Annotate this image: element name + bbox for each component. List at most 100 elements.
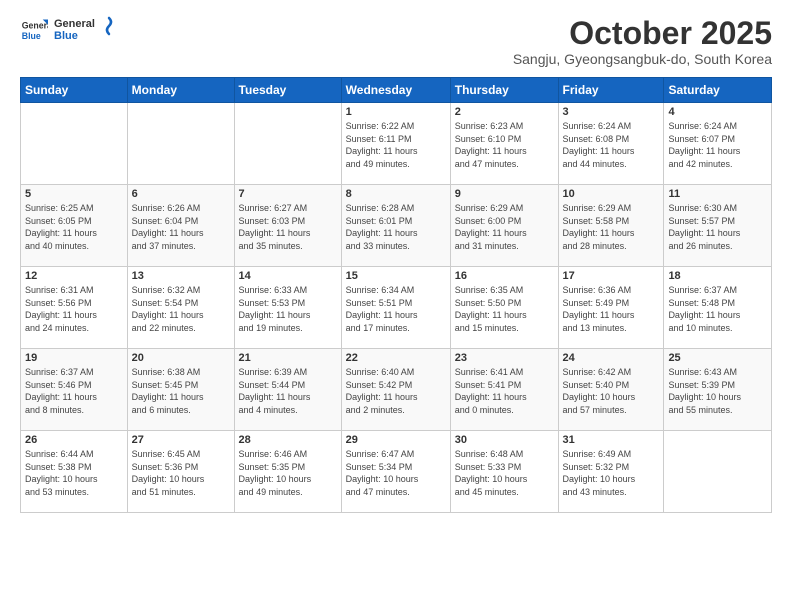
calendar-cell: 24 Sunrise: 6:42 AM Sunset: 5:40 PM Dayli… bbox=[558, 349, 664, 431]
day-number: 22 bbox=[346, 352, 446, 364]
calendar-cell: 31Sunrise: 6:49 AM Sunset: 5:32 PM Dayli… bbox=[558, 431, 664, 513]
calendar-cell bbox=[127, 103, 234, 185]
day-number: 28 bbox=[239, 434, 337, 446]
calendar-cell: 7 Sunrise: 6:27 AM Sunset: 6:03 PM Daylig… bbox=[234, 185, 341, 267]
calendar-cell: 16 Sunrise: 6:35 AM Sunset: 5:50 PM Dayli… bbox=[450, 267, 558, 349]
day-number: 7 bbox=[239, 188, 337, 200]
day-number: 25 bbox=[668, 352, 767, 364]
calendar-week-3: 12 Sunrise: 6:31 AM Sunset: 5:56 PM Dayli… bbox=[21, 267, 772, 349]
day-info: Sunrise: 6:44 AM Sunset: 5:38 PM Dayligh… bbox=[25, 448, 123, 498]
weekday-header-sunday: Sunday bbox=[21, 78, 128, 103]
day-number: 30 bbox=[455, 434, 554, 446]
day-number: 24 bbox=[563, 352, 660, 364]
calendar-cell: 13 Sunrise: 6:32 AM Sunset: 5:54 PM Dayli… bbox=[127, 267, 234, 349]
day-info: Sunrise: 6:23 AM Sunset: 6:10 PM Dayligh… bbox=[455, 120, 554, 170]
calendar-cell: 21 Sunrise: 6:39 AM Sunset: 5:44 PM Dayli… bbox=[234, 349, 341, 431]
calendar-cell: 4 Sunrise: 6:24 AM Sunset: 6:07 PM Daylig… bbox=[664, 103, 772, 185]
calendar-cell: 12 Sunrise: 6:31 AM Sunset: 5:56 PM Dayli… bbox=[21, 267, 128, 349]
day-number: 21 bbox=[239, 352, 337, 364]
day-info: Sunrise: 6:24 AM Sunset: 6:07 PM Dayligh… bbox=[668, 120, 767, 170]
calendar-cell: 23 Sunrise: 6:41 AM Sunset: 5:41 PM Dayli… bbox=[450, 349, 558, 431]
day-info: Sunrise: 6:24 AM Sunset: 6:08 PM Dayligh… bbox=[563, 120, 660, 170]
calendar-cell: 3 Sunrise: 6:24 AM Sunset: 6:08 PM Daylig… bbox=[558, 103, 664, 185]
day-info: Sunrise: 6:33 AM Sunset: 5:53 PM Dayligh… bbox=[239, 284, 337, 334]
calendar-cell: 14 Sunrise: 6:33 AM Sunset: 5:53 PM Dayli… bbox=[234, 267, 341, 349]
day-number: 27 bbox=[132, 434, 230, 446]
day-number: 12 bbox=[25, 270, 123, 282]
day-info: Sunrise: 6:27 AM Sunset: 6:03 PM Dayligh… bbox=[239, 202, 337, 252]
day-number: 18 bbox=[668, 270, 767, 282]
day-info: Sunrise: 6:39 AM Sunset: 5:44 PM Dayligh… bbox=[239, 366, 337, 416]
day-number: 23 bbox=[455, 352, 554, 364]
logo-general-text: General bbox=[54, 18, 95, 30]
calendar-cell: 29 Sunrise: 6:47 AM Sunset: 5:34 PM Dayli… bbox=[341, 431, 450, 513]
calendar-cell: 8Sunrise: 6:28 AM Sunset: 6:01 PM Daylig… bbox=[341, 185, 450, 267]
location-subtitle: Sangju, Gyeongsangbuk-do, South Korea bbox=[513, 51, 772, 67]
day-number: 10 bbox=[563, 188, 660, 200]
day-number: 29 bbox=[346, 434, 446, 446]
day-number: 19 bbox=[25, 352, 123, 364]
day-info: Sunrise: 6:36 AM Sunset: 5:49 PM Dayligh… bbox=[563, 284, 660, 334]
day-info: Sunrise: 6:42 AM Sunset: 5:40 PM Dayligh… bbox=[563, 366, 660, 416]
day-info: Sunrise: 6:37 AM Sunset: 5:48 PM Dayligh… bbox=[668, 284, 767, 334]
weekday-header-row: SundayMondayTuesdayWednesdayThursdayFrid… bbox=[21, 78, 772, 103]
calendar-cell: 30 Sunrise: 6:48 AM Sunset: 5:33 PM Dayli… bbox=[450, 431, 558, 513]
month-title: October 2025 bbox=[513, 16, 772, 51]
calendar-cell: 18 Sunrise: 6:37 AM Sunset: 5:48 PM Dayli… bbox=[664, 267, 772, 349]
svg-text:Blue: Blue bbox=[22, 31, 41, 41]
day-number: 17 bbox=[563, 270, 660, 282]
calendar-week-1: 1Sunrise: 6:22 AM Sunset: 6:11 PM Daylig… bbox=[21, 103, 772, 185]
day-info: Sunrise: 6:49 AM Sunset: 5:32 PM Dayligh… bbox=[563, 448, 660, 498]
calendar-cell: 27 Sunrise: 6:45 AM Sunset: 5:36 PM Dayli… bbox=[127, 431, 234, 513]
calendar-cell: 1Sunrise: 6:22 AM Sunset: 6:11 PM Daylig… bbox=[341, 103, 450, 185]
calendar-cell: 19 Sunrise: 6:37 AM Sunset: 5:46 PM Dayli… bbox=[21, 349, 128, 431]
day-info: Sunrise: 6:31 AM Sunset: 5:56 PM Dayligh… bbox=[25, 284, 123, 334]
day-info: Sunrise: 6:45 AM Sunset: 5:36 PM Dayligh… bbox=[132, 448, 230, 498]
calendar-cell: 17 Sunrise: 6:36 AM Sunset: 5:49 PM Dayli… bbox=[558, 267, 664, 349]
calendar-cell: 15 Sunrise: 6:34 AM Sunset: 5:51 PM Dayli… bbox=[341, 267, 450, 349]
title-block: October 2025 Sangju, Gyeongsangbuk-do, S… bbox=[513, 16, 772, 67]
calendar-cell: 5Sunrise: 6:25 AM Sunset: 6:05 PM Daylig… bbox=[21, 185, 128, 267]
calendar-cell: 26Sunrise: 6:44 AM Sunset: 5:38 PM Dayli… bbox=[21, 431, 128, 513]
calendar-cell: 28 Sunrise: 6:46 AM Sunset: 5:35 PM Dayli… bbox=[234, 431, 341, 513]
calendar-cell: 10 Sunrise: 6:29 AM Sunset: 5:58 PM Dayli… bbox=[558, 185, 664, 267]
day-info: Sunrise: 6:47 AM Sunset: 5:34 PM Dayligh… bbox=[346, 448, 446, 498]
day-info: Sunrise: 6:35 AM Sunset: 5:50 PM Dayligh… bbox=[455, 284, 554, 334]
day-info: Sunrise: 6:29 AM Sunset: 5:58 PM Dayligh… bbox=[563, 202, 660, 252]
day-info: Sunrise: 6:32 AM Sunset: 5:54 PM Dayligh… bbox=[132, 284, 230, 334]
day-number: 16 bbox=[455, 270, 554, 282]
logo-blue-text: Blue bbox=[54, 30, 95, 42]
calendar-cell bbox=[664, 431, 772, 513]
day-info: Sunrise: 6:46 AM Sunset: 5:35 PM Dayligh… bbox=[239, 448, 337, 498]
day-number: 13 bbox=[132, 270, 230, 282]
header: General Blue General Blue October 2025 S… bbox=[20, 16, 772, 67]
day-info: Sunrise: 6:37 AM Sunset: 5:46 PM Dayligh… bbox=[25, 366, 123, 416]
day-info: Sunrise: 6:34 AM Sunset: 5:51 PM Dayligh… bbox=[346, 284, 446, 334]
day-info: Sunrise: 6:48 AM Sunset: 5:33 PM Dayligh… bbox=[455, 448, 554, 498]
calendar-cell: 6Sunrise: 6:26 AM Sunset: 6:04 PM Daylig… bbox=[127, 185, 234, 267]
day-info: Sunrise: 6:29 AM Sunset: 6:00 PM Dayligh… bbox=[455, 202, 554, 252]
day-info: Sunrise: 6:30 AM Sunset: 5:57 PM Dayligh… bbox=[668, 202, 767, 252]
weekday-header-tuesday: Tuesday bbox=[234, 78, 341, 103]
calendar-cell bbox=[234, 103, 341, 185]
day-number: 14 bbox=[239, 270, 337, 282]
weekday-header-friday: Friday bbox=[558, 78, 664, 103]
logo: General Blue General Blue bbox=[20, 16, 117, 44]
calendar-cell bbox=[21, 103, 128, 185]
weekday-header-saturday: Saturday bbox=[664, 78, 772, 103]
logo-wave-icon bbox=[101, 16, 117, 36]
day-number: 8 bbox=[346, 188, 446, 200]
calendar-cell: 20Sunrise: 6:38 AM Sunset: 5:45 PM Dayli… bbox=[127, 349, 234, 431]
day-number: 4 bbox=[668, 106, 767, 118]
day-number: 11 bbox=[668, 188, 767, 200]
day-number: 3 bbox=[563, 106, 660, 118]
weekday-header-wednesday: Wednesday bbox=[341, 78, 450, 103]
calendar-week-2: 5Sunrise: 6:25 AM Sunset: 6:05 PM Daylig… bbox=[21, 185, 772, 267]
svg-text:General: General bbox=[22, 20, 48, 30]
weekday-header-thursday: Thursday bbox=[450, 78, 558, 103]
day-number: 5 bbox=[25, 188, 123, 200]
day-number: 15 bbox=[346, 270, 446, 282]
calendar-cell: 9Sunrise: 6:29 AM Sunset: 6:00 PM Daylig… bbox=[450, 185, 558, 267]
day-info: Sunrise: 6:41 AM Sunset: 5:41 PM Dayligh… bbox=[455, 366, 554, 416]
calendar-cell: 22Sunrise: 6:40 AM Sunset: 5:42 PM Dayli… bbox=[341, 349, 450, 431]
